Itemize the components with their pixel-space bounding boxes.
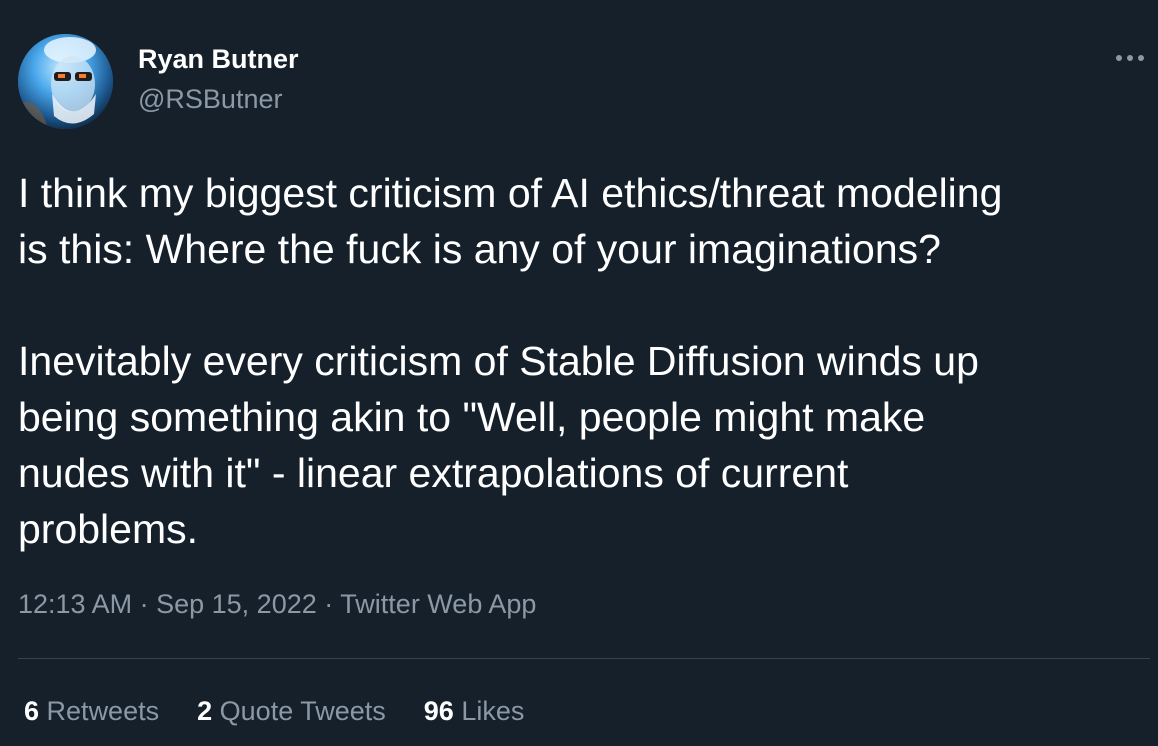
divider <box>18 658 1150 659</box>
meta-separator: · <box>324 589 334 619</box>
more-options-button[interactable] <box>1112 44 1148 72</box>
tweet-source[interactable]: Twitter Web App <box>340 589 536 619</box>
engagement-stats: 6 Retweets 2 Quote Tweets 96 Likes <box>24 696 524 727</box>
tweet-line: problems. <box>18 506 199 552</box>
avatar[interactable] <box>18 34 113 129</box>
likes-label: Likes <box>461 696 525 726</box>
tweet-line: I think my biggest criticism of AI ethic… <box>18 170 1003 216</box>
retweets-label: Retweets <box>46 696 160 726</box>
more-horizontal-icon <box>1116 55 1144 61</box>
likes-count: 96 <box>423 696 454 726</box>
retweets-count: 6 <box>24 696 40 726</box>
author-handle[interactable]: @RSButner <box>138 84 282 115</box>
tweet-line: being something akin to "Well, people mi… <box>18 394 926 440</box>
tweet-metadata: 12:13 AM · Sep 15, 2022 · Twitter Web Ap… <box>18 589 536 620</box>
quote-tweets-stat[interactable]: 2 Quote Tweets <box>197 696 386 727</box>
tweet-line: Inevitably every criticism of Stable Dif… <box>18 338 979 384</box>
quote-tweets-count: 2 <box>197 696 213 726</box>
tweet-line: is this: Where the fuck is any of your i… <box>18 226 941 272</box>
meta-separator: · <box>139 589 149 619</box>
retweets-stat[interactable]: 6 Retweets <box>24 696 159 727</box>
avatar-image <box>18 34 113 129</box>
likes-stat[interactable]: 96 Likes <box>424 696 525 727</box>
author-name[interactable]: Ryan Butner <box>138 44 299 75</box>
quote-tweets-label: Quote Tweets <box>219 696 386 726</box>
tweet-card: Ryan Butner @RSButner I think my biggest… <box>0 0 1158 746</box>
tweet-text: I think my biggest criticism of AI ethic… <box>18 165 1153 557</box>
tweet-date[interactable]: Sep 15, 2022 <box>156 589 317 619</box>
tweet-line: nudes with it" - linear extrapolations o… <box>18 450 849 496</box>
tweet-time[interactable]: 12:13 AM <box>18 589 132 619</box>
